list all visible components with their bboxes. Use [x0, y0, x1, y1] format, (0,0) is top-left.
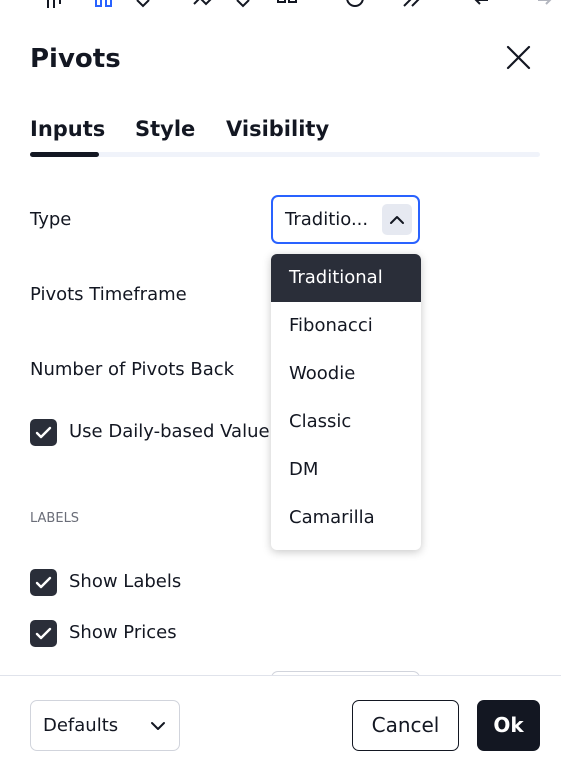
defaults-button[interactable]: Defaults [30, 700, 180, 751]
use-daily-based-checkbox[interactable] [30, 419, 57, 446]
undo-icon[interactable] [474, 0, 496, 12]
tab-track [30, 152, 540, 157]
chevron-down-icon[interactable] [132, 0, 154, 12]
ok-button[interactable]: Ok [477, 700, 540, 751]
tab-bar: Inputs Style Visibility [30, 112, 540, 158]
dropdown-option-traditional[interactable]: Traditional [271, 254, 421, 302]
bar-chart-icon[interactable] [44, 0, 66, 12]
pivots-back-label: Number of Pivots Back [30, 359, 235, 380]
dropdown-option-camarilla[interactable]: Camarilla [271, 494, 421, 542]
check-icon [35, 426, 52, 439]
close-button[interactable] [500, 40, 536, 76]
show-labels-label: Show Labels [69, 571, 182, 592]
type-select-value: Traditio... [285, 209, 369, 230]
tab-style[interactable]: Style [135, 112, 195, 146]
type-select[interactable]: Traditio... [271, 195, 420, 244]
dropdown-option-classic[interactable]: Classic [271, 398, 421, 446]
candles-icon[interactable] [92, 0, 114, 12]
chevron-down-icon [151, 722, 165, 730]
alert-icon[interactable] [344, 0, 366, 12]
indicators-icon[interactable] [192, 0, 214, 12]
defaults-label: Defaults [43, 715, 119, 736]
tab-inputs[interactable]: Inputs [30, 112, 105, 146]
dropdown-option-woodie[interactable]: Woodie [271, 350, 421, 398]
active-tab-indicator [30, 152, 99, 157]
cancel-button[interactable]: Cancel [352, 700, 459, 751]
close-icon [506, 45, 531, 70]
select-toggle[interactable] [382, 204, 412, 235]
replay-icon[interactable] [402, 0, 424, 12]
tab-visibility[interactable]: Visibility [226, 112, 329, 146]
chevron-up-icon [390, 216, 404, 224]
pivots-timeframe-label: Pivots Timeframe [30, 284, 187, 305]
type-dropdown-menu: Traditional Fibonacci Woodie Classic DM … [271, 254, 421, 550]
underlying-content-strip [0, 765, 561, 777]
chevron-down-icon[interactable] [232, 0, 254, 12]
dropdown-option-dm[interactable]: DM [271, 446, 421, 494]
check-icon [35, 576, 52, 589]
check-icon [35, 627, 52, 640]
show-labels-checkbox[interactable] [30, 569, 57, 596]
dialog-title: Pivots [30, 44, 121, 74]
show-prices-label: Show Prices [69, 622, 177, 643]
type-label: Type [30, 209, 72, 230]
use-daily-based-label: Use Daily-based Value [69, 421, 270, 442]
labels-section-header: LABELS [30, 511, 80, 526]
show-prices-checkbox[interactable] [30, 620, 57, 647]
layout-icon[interactable] [276, 0, 298, 12]
redo-icon[interactable] [530, 0, 552, 12]
top-toolbar [0, 0, 561, 14]
dropdown-option-fibonacci[interactable]: Fibonacci [271, 302, 421, 350]
